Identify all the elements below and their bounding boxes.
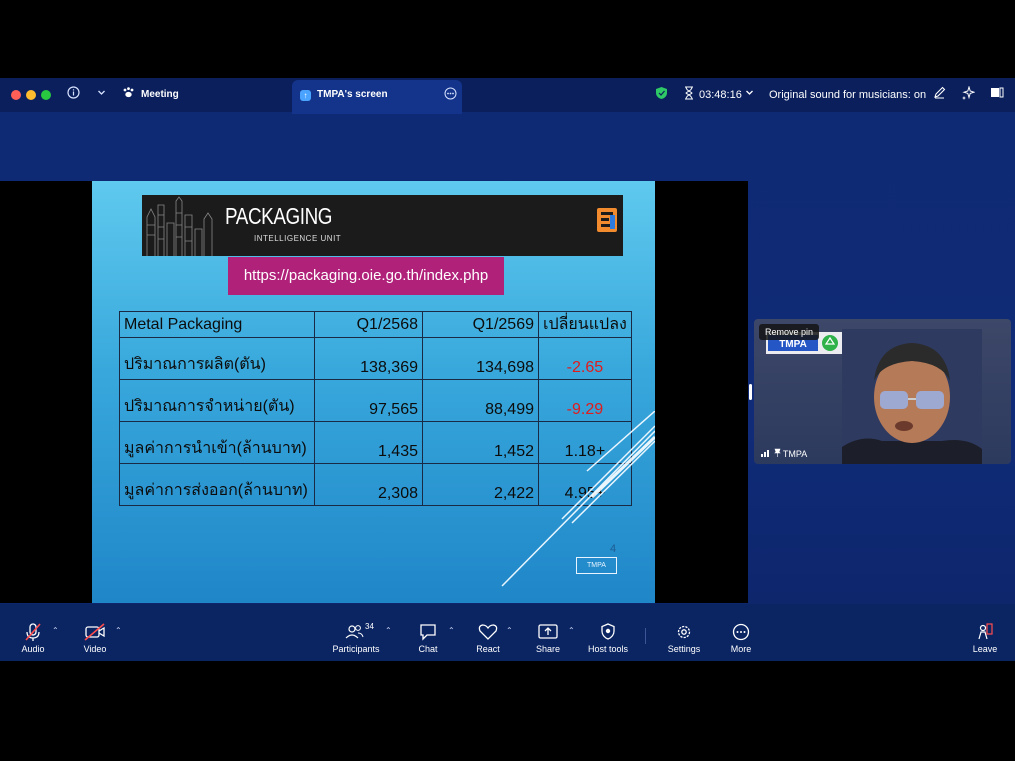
row-change: -2.65 xyxy=(538,337,632,380)
share-badge-icon: ↑ xyxy=(300,90,311,101)
shared-screen-tab-label: TMPA's screen xyxy=(317,89,388,100)
ai-companion-sparkle-icon[interactable] xyxy=(961,85,976,105)
share-button[interactable]: Share xyxy=(532,604,564,661)
video-button[interactable]: Video xyxy=(76,604,114,661)
chat-bubble-icon xyxy=(420,624,436,641)
row-q1-2568: 2,308 xyxy=(314,463,423,506)
fullscreen-window-button[interactable] xyxy=(41,90,51,100)
host-tools-label: Host tools xyxy=(587,644,629,654)
participants-options-chevron-icon[interactable]: ⌃ xyxy=(385,626,392,635)
toolbar-divider xyxy=(645,628,646,644)
row-q1-2568: 1,435 xyxy=(314,421,423,464)
heart-icon xyxy=(478,624,498,640)
oie-logo-icon xyxy=(597,208,617,232)
participants-button[interactable]: 34 Participants xyxy=(330,604,382,661)
header-category: Metal Packaging xyxy=(119,311,315,338)
meeting-paw-icon xyxy=(122,86,135,104)
tab-shared-screen[interactable]: ↑ TMPA's screen xyxy=(292,80,462,114)
participants-label: Participants xyxy=(332,644,380,654)
leave-label: Leave xyxy=(972,644,998,654)
participants-icon xyxy=(345,625,364,639)
leave-icon xyxy=(978,623,993,640)
more-dots-icon xyxy=(732,623,750,641)
react-options-chevron-icon[interactable]: ⌃ xyxy=(506,626,513,635)
row-q1-2569: 134,698 xyxy=(422,337,539,380)
skyline-graphic xyxy=(146,196,213,256)
shared-screen-view[interactable]: PACKAGING INTELLIGENCE UNIT https://pack… xyxy=(0,181,748,603)
annotate-pencil-icon[interactable] xyxy=(933,86,946,104)
more-button[interactable]: More xyxy=(724,604,758,661)
row-q1-2568: 138,369 xyxy=(314,337,423,380)
chat-options-chevron-icon[interactable]: ⌃ xyxy=(448,626,455,635)
chevron-down-icon[interactable] xyxy=(97,86,106,104)
table-header-row: Metal Packaging Q1/2568 Q1/2569 เปลี่ยนแ… xyxy=(119,311,632,338)
muted-microphone-icon xyxy=(25,623,41,641)
meeting-controls-toolbar: Audio ⌃ Video ⌃ 34 Participants ⌃ Chat ⌃… xyxy=(0,604,1015,661)
meeting-timer: 03:48:16 xyxy=(699,89,742,101)
participant-name: TMPA xyxy=(782,449,808,459)
leave-button[interactable]: Leave xyxy=(968,604,1002,661)
title-bar: Meeting ↑ TMPA's screen 03:48:16 Origina… xyxy=(0,78,1015,114)
more-label: More xyxy=(730,644,752,654)
gear-icon xyxy=(677,625,691,639)
header-q1-2568: Q1/2568 xyxy=(314,311,423,338)
slide-number: 4 xyxy=(610,543,617,555)
timer-chevron-icon[interactable] xyxy=(745,86,754,104)
security-shield-icon[interactable] xyxy=(655,86,668,105)
header-q1-2569: Q1/2569 xyxy=(422,311,539,338)
row-label: มูลค่าการส่งออก(ล้านบาท) xyxy=(119,463,315,506)
audio-options-chevron-icon[interactable]: ⌃ xyxy=(52,626,59,635)
website-url: https://packaging.oie.go.th/index.php xyxy=(243,267,489,284)
banner-title: PACKAGING xyxy=(225,203,333,229)
settings-button[interactable]: Settings xyxy=(664,604,704,661)
presentation-slide: PACKAGING INTELLIGENCE UNIT https://pack… xyxy=(92,181,655,603)
participant-name-tag: TMPA xyxy=(757,447,811,461)
row-q1-2568: 97,565 xyxy=(314,379,423,422)
info-icon[interactable] xyxy=(67,86,80,104)
video-off-icon xyxy=(84,623,105,641)
side-panel-toggle-icon[interactable] xyxy=(990,86,1004,104)
react-label: React xyxy=(476,644,500,654)
settings-label: Settings xyxy=(667,644,701,654)
original-sound-status[interactable]: Original sound for musicians: on xyxy=(769,87,926,103)
host-tools-button[interactable]: Host tools xyxy=(586,604,630,661)
row-label: ปริมาณการจำหน่าย(ตัน) xyxy=(119,379,315,422)
share-screen-icon xyxy=(538,624,558,639)
table-row: ปริมาณการผลิต(ตัน) 138,369 134,698 -2.65 xyxy=(119,337,632,380)
audio-label: Audio xyxy=(21,644,45,654)
more-options-icon[interactable] xyxy=(444,87,457,105)
remove-pin-button[interactable]: Remove pin xyxy=(759,324,820,340)
video-label: Video xyxy=(83,644,107,654)
audio-button[interactable]: Audio xyxy=(14,604,52,661)
banner-subtitle: INTELLIGENCE UNIT xyxy=(254,234,342,243)
chat-button[interactable]: Chat xyxy=(412,604,444,661)
pin-icon xyxy=(773,448,781,457)
participants-count: 34 xyxy=(365,622,374,631)
row-label: ปริมาณการผลิต(ตัน) xyxy=(119,337,315,380)
slide-footer-tag: TMPA xyxy=(576,557,617,574)
tmpa-logo-text: TMPA xyxy=(779,339,807,350)
share-label: Share xyxy=(535,644,561,654)
close-window-button[interactable] xyxy=(11,90,21,100)
chat-label: Chat xyxy=(418,644,438,654)
zoom-meeting-window: Meeting ↑ TMPA's screen 03:48:16 Origina… xyxy=(0,78,1015,661)
row-label: มูลค่าการนำเข้า(ล้านบาท) xyxy=(119,421,315,464)
panel-resize-handle[interactable] xyxy=(749,384,752,400)
decorative-diagonal-lines xyxy=(501,411,655,587)
participant-video-feed xyxy=(842,329,982,464)
participant-video-tile[interactable]: TMPA Remove pin TMPA xyxy=(754,319,1011,464)
slide-banner: PACKAGING INTELLIGENCE UNIT xyxy=(142,195,623,256)
header-change: เปลี่ยนแปลง xyxy=(538,311,632,338)
video-options-chevron-icon[interactable]: ⌃ xyxy=(115,626,122,635)
react-button[interactable]: React xyxy=(472,604,504,661)
shield-icon xyxy=(601,623,615,640)
share-options-chevron-icon[interactable]: ⌃ xyxy=(568,626,575,635)
minimize-window-button[interactable] xyxy=(26,90,36,100)
hourglass-icon xyxy=(684,86,694,105)
url-highlight-box: https://packaging.oie.go.th/index.php xyxy=(228,257,504,295)
meeting-tab-label[interactable]: Meeting xyxy=(141,87,179,103)
signal-bars-icon xyxy=(761,450,769,457)
